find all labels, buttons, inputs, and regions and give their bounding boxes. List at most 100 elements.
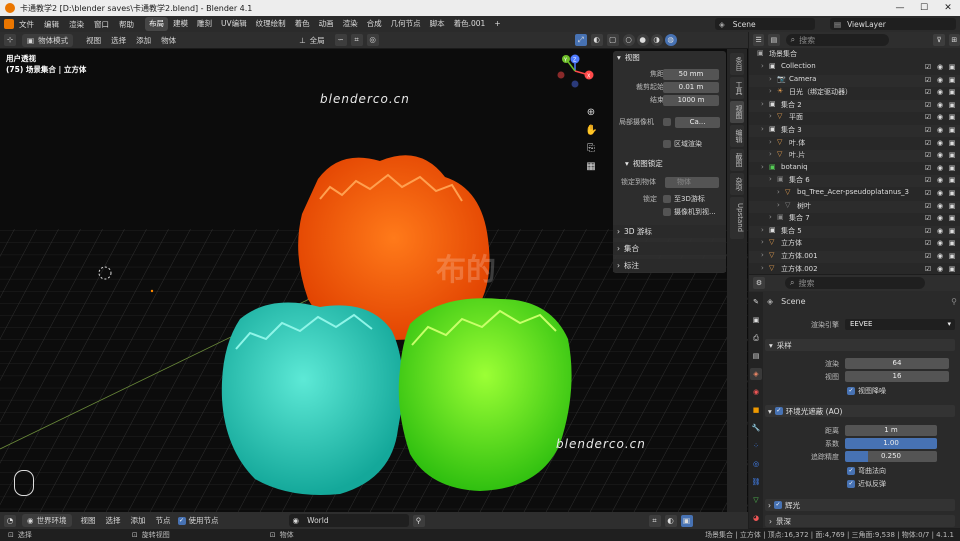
menu-help[interactable]: 帮助 xyxy=(114,19,139,30)
chevron-right-icon[interactable]: › xyxy=(769,75,772,83)
outliner-root[interactable]: ▣ 场景集合 xyxy=(749,49,960,61)
lock-object-field[interactable]: 物体 xyxy=(665,177,719,188)
camera-to-view-checkbox[interactable] xyxy=(663,208,671,216)
outliner-row[interactable]: › ▽ 平面 ☑ ◉ ▣ xyxy=(749,112,960,124)
render-camera-icon[interactable]: ▣ xyxy=(948,227,956,235)
object-tab-icon[interactable]: ■ xyxy=(750,404,762,416)
render-camera-icon[interactable]: ▣ xyxy=(948,88,956,96)
tab-geometry-nodes[interactable]: 几何节点 xyxy=(387,17,425,31)
menu-window[interactable]: 窗口 xyxy=(89,19,114,30)
properties-search[interactable]: ⌕ 搜索 xyxy=(785,277,925,289)
scene-selector[interactable]: ◈ Scene xyxy=(715,18,815,30)
chevron-right-icon[interactable]: › xyxy=(769,213,772,221)
tab-modeling[interactable]: 建模 xyxy=(169,17,192,31)
visibility-eye-icon[interactable]: ◉ xyxy=(936,101,944,109)
visibility-eye-icon[interactable]: ◉ xyxy=(936,126,944,134)
view-panel-header[interactable]: ▾ 视图 xyxy=(613,51,726,64)
local-camera-field[interactable]: Ca... xyxy=(675,117,720,128)
exclude-checkbox-icon[interactable]: ☑ xyxy=(924,126,932,134)
render-camera-icon[interactable]: ▣ xyxy=(948,139,956,147)
focal-length-field[interactable]: 50 mm xyxy=(663,69,719,80)
footer-menu-view[interactable]: 视图 xyxy=(76,515,101,526)
exclude-checkbox-icon[interactable]: ☑ xyxy=(924,151,932,159)
render-camera-icon[interactable]: ▣ xyxy=(948,252,956,260)
exclude-checkbox-icon[interactable]: ☑ xyxy=(924,227,932,235)
annotation-panel-header[interactable]: › 标注 xyxy=(613,259,726,272)
region-render-checkbox[interactable] xyxy=(663,140,671,148)
properties-editor-icon[interactable]: ⚙ xyxy=(753,277,765,289)
exclude-checkbox-icon[interactable]: ☑ xyxy=(924,63,932,71)
outliner-row[interactable]: › ▽ 叶.片 ☑ ◉ ▣ xyxy=(749,150,960,163)
chevron-right-icon[interactable]: › xyxy=(777,188,780,196)
ao-distance-field[interactable]: 1 m xyxy=(845,425,937,436)
exclude-checkbox-icon[interactable]: ☑ xyxy=(924,101,932,109)
exclude-checkbox-icon[interactable]: ☑ xyxy=(924,252,932,260)
visibility-eye-icon[interactable]: ◉ xyxy=(936,202,944,210)
render-camera-icon[interactable]: ▣ xyxy=(948,265,956,273)
menu-select[interactable]: 选择 xyxy=(106,35,131,46)
pin-icon[interactable]: ⚲ xyxy=(951,297,957,306)
exclude-checkbox-icon[interactable]: ☑ xyxy=(924,265,932,273)
menu-view[interactable]: 视图 xyxy=(81,35,106,46)
exclude-checkbox-icon[interactable]: ☑ xyxy=(924,176,932,184)
world-tab-icon[interactable]: ◉ xyxy=(750,386,762,398)
mode-selector[interactable]: ▣ 物体模式 xyxy=(22,33,74,47)
menu-file[interactable]: 文件 xyxy=(14,19,39,30)
physics-tab-icon[interactable]: ◎ xyxy=(750,458,762,470)
tab-animation[interactable]: 动画 xyxy=(315,17,338,31)
minimize-button[interactable]: — xyxy=(888,0,912,16)
side-tab-item[interactable]: 条目 xyxy=(730,53,744,75)
chevron-right-icon[interactable]: › xyxy=(761,163,764,171)
footer-menu-add[interactable]: 添加 xyxy=(126,515,151,526)
outliner-row[interactable]: › ▽ 立方体 ☑ ◉ ▣ xyxy=(749,238,960,250)
outliner-row[interactable]: › ▽ 立方体.001 ☑ ◉ ▣ xyxy=(749,251,960,263)
outliner-row[interactable]: › ▣ Collection ☑ ◉ ▣ xyxy=(749,62,960,74)
viewport-samples-field[interactable]: 16 xyxy=(845,371,949,382)
particles-tab-icon[interactable]: ⁘ xyxy=(750,440,762,452)
cursor-panel-header[interactable]: › 3D 游标 xyxy=(613,225,726,238)
chevron-right-icon[interactable]: › xyxy=(761,238,764,246)
render-camera-icon[interactable]: ▣ xyxy=(948,202,956,210)
chevron-right-icon[interactable]: › xyxy=(761,264,764,272)
visibility-eye-icon[interactable]: ◉ xyxy=(936,88,944,96)
dof-header[interactable]: › 景深 xyxy=(765,515,955,527)
pin-icon[interactable]: ⚲ xyxy=(412,514,425,527)
exclude-checkbox-icon[interactable]: ☑ xyxy=(924,76,932,84)
chevron-right-icon[interactable]: › xyxy=(761,100,764,108)
chevron-right-icon[interactable]: › xyxy=(761,62,764,70)
visibility-eye-icon[interactable]: ◉ xyxy=(936,214,944,222)
shading-solid-icon[interactable]: ● xyxy=(636,34,649,46)
material-tab-icon[interactable]: ◕ xyxy=(750,512,762,524)
clip-end-field[interactable]: 1000 m xyxy=(663,95,719,106)
footer-menu-select[interactable]: 选择 xyxy=(101,515,126,526)
use-nodes-checkbox[interactable]: ✓ xyxy=(177,516,186,525)
exclude-checkbox-icon[interactable]: ☑ xyxy=(924,88,932,96)
exclude-checkbox-icon[interactable]: ☑ xyxy=(924,239,932,247)
exclude-checkbox-icon[interactable]: ☑ xyxy=(924,189,932,197)
snap-icon[interactable]: ⌗ xyxy=(648,514,661,527)
tab-rendering[interactable]: 渲染 xyxy=(339,17,362,31)
outliner-row[interactable]: › 📷 Camera ☑ ◉ ▣ xyxy=(749,74,960,87)
backdrop-icon[interactable]: ▣ xyxy=(680,514,693,527)
blender-menu-icon[interactable] xyxy=(4,19,14,29)
side-tab-misc[interactable]: 杂项 xyxy=(730,173,744,195)
outliner-row[interactable]: › ▽ 树叶 ☑ ◉ ▣ xyxy=(749,200,960,213)
side-tab-tool[interactable]: 工具 xyxy=(730,77,744,99)
shader-editor-icon[interactable]: ◔ xyxy=(4,514,16,527)
tab-shading[interactable]: 着色 xyxy=(291,17,314,31)
outliner-row[interactable]: › ▣ botaniq ☑ ◉ ▣ xyxy=(749,163,960,175)
visibility-eye-icon[interactable]: ◉ xyxy=(936,63,944,71)
scene-tab-icon[interactable]: ◈ xyxy=(750,368,762,380)
chevron-right-icon[interactable]: › xyxy=(769,138,772,146)
data-tab-icon[interactable]: ▽ xyxy=(750,494,762,506)
output-tab-icon[interactable]: ⎙ xyxy=(750,332,762,344)
ortho-grid-icon[interactable]: ▦ xyxy=(585,161,597,173)
chevron-right-icon[interactable]: › xyxy=(769,112,772,120)
visibility-eye-icon[interactable]: ◉ xyxy=(936,252,944,260)
outliner-row[interactable]: › ▣ 集合 6 ☑ ◉ ▣ xyxy=(749,175,960,188)
render-camera-icon[interactable]: ▣ xyxy=(948,101,956,109)
visibility-eye-icon[interactable]: ◉ xyxy=(936,113,944,121)
add-workspace-button[interactable]: + xyxy=(490,17,504,31)
tab-scripting[interactable]: 脚本 xyxy=(426,17,449,31)
visibility-eye-icon[interactable]: ◉ xyxy=(936,76,944,84)
